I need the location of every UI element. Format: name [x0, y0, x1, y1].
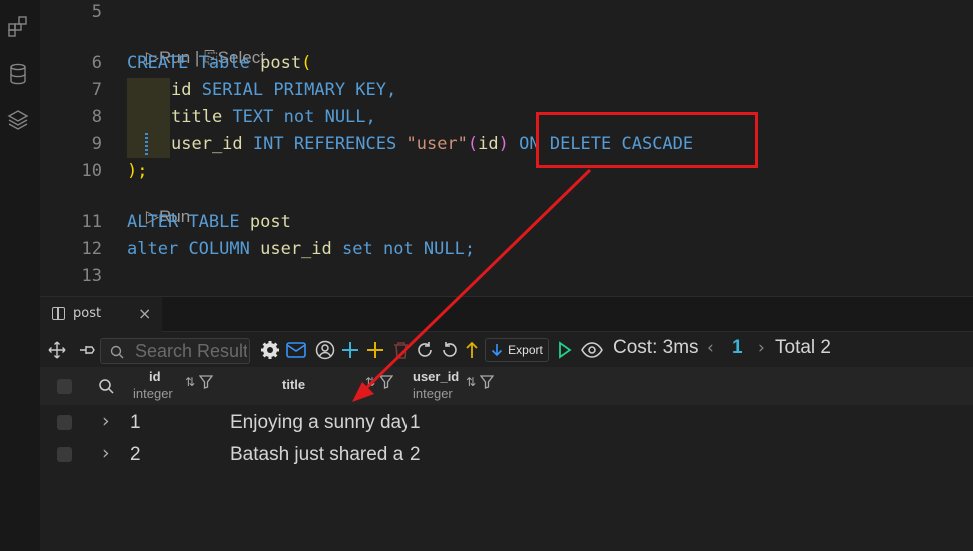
annotation-arrow [352, 168, 592, 402]
